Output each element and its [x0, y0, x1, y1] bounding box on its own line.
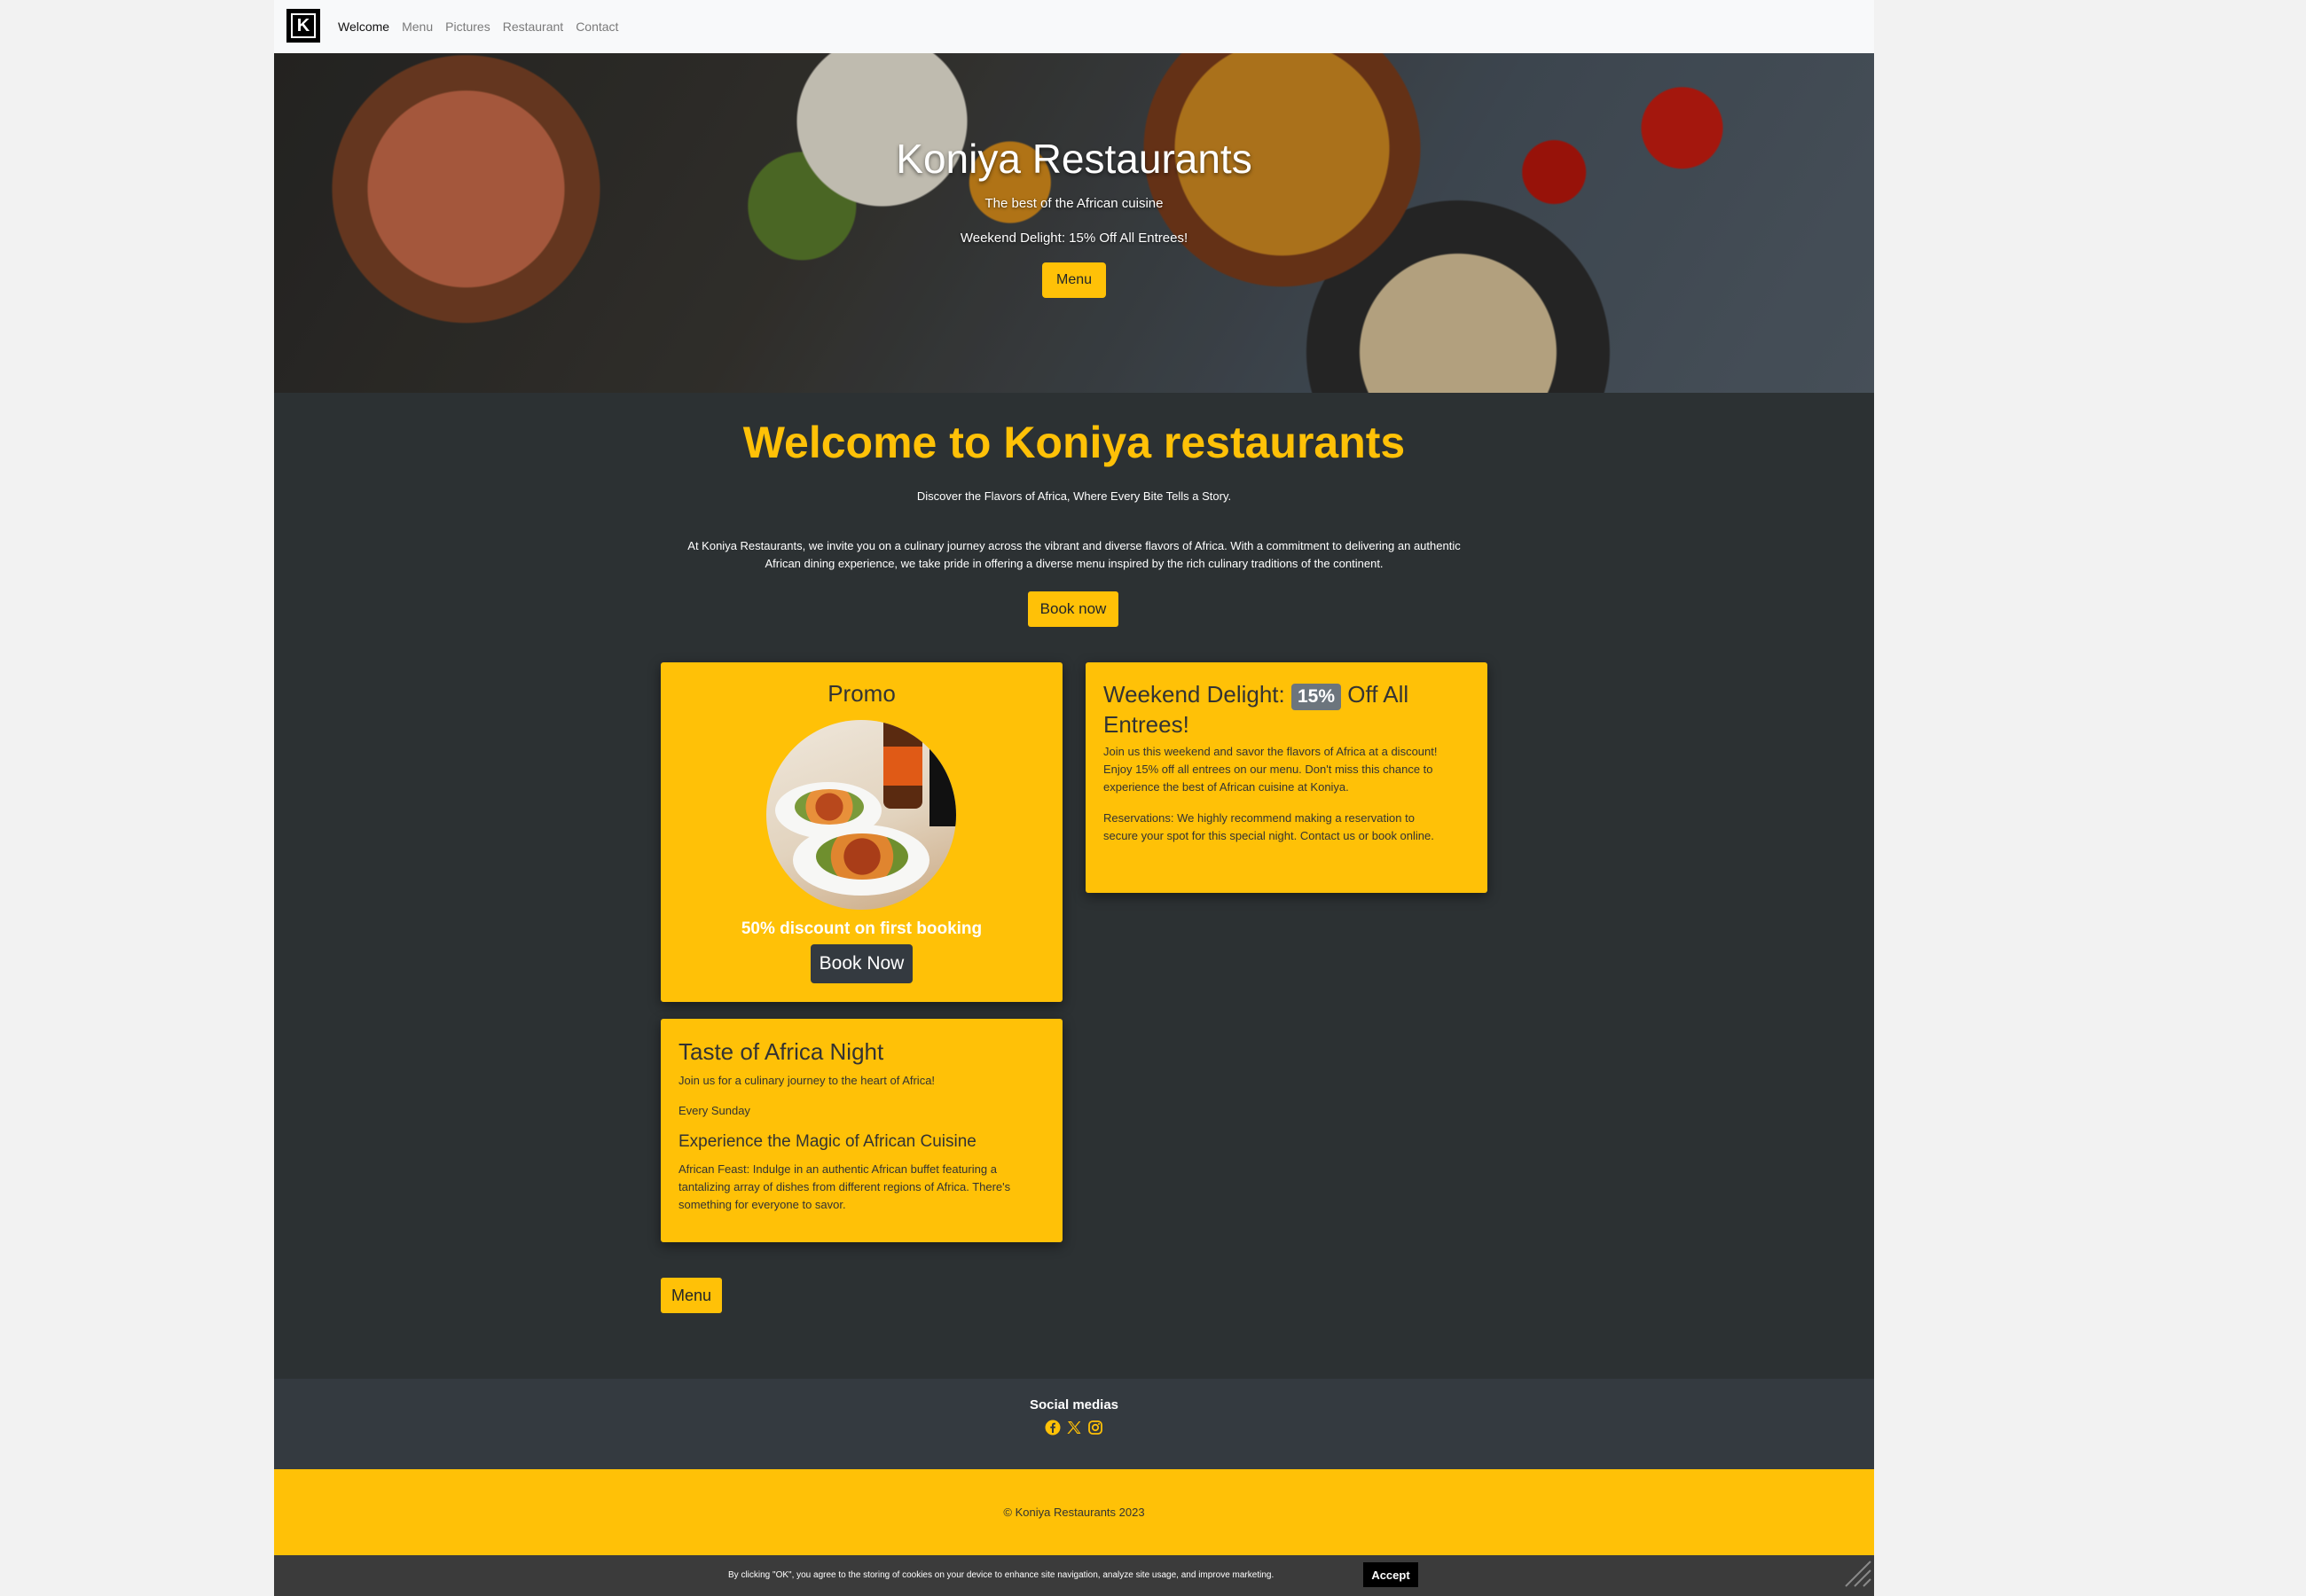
copyright-bar: © Koniya Restaurants 2023 — [274, 1469, 1874, 1555]
x-icon[interactable] — [1066, 1420, 1082, 1436]
social-title: Social medias — [1029, 1397, 1119, 1412]
promo-discount-text: 50% discount on first booking — [741, 919, 983, 938]
hero-subtitle: The best of the African cuisine — [984, 196, 1164, 211]
taste-title: Taste of Africa Night — [678, 1038, 884, 1065]
weekend-delight-card: Weekend Delight: 15% Off All Entrees! Jo… — [1086, 662, 1487, 893]
welcome-title: Welcome to Koniya restaurants — [742, 418, 1406, 467]
welcome-description: At Koniya Restaurants, we invite you on … — [687, 539, 1461, 570]
weekend-description: Join us this weekend and savor the flavo… — [1103, 745, 1438, 794]
promo-food-image — [766, 720, 956, 910]
copyright-text: © Koniya Restaurants 2023 — [1003, 1506, 1145, 1519]
taste-of-africa-card: Taste of Africa Night Join us for a culi… — [661, 1019, 1063, 1242]
hero-promo-text: Weekend Delight: 15% Off All Entrees! — [960, 231, 1188, 246]
weekend-reservations: Reservations: We highly recommend making… — [1103, 811, 1434, 842]
discount-badge: 15% — [1290, 684, 1342, 710]
cookie-text: By clicking "OK", you agree to the stori… — [728, 1570, 1275, 1580]
hero-food-image — [274, 53, 1874, 393]
nav-link-contact[interactable]: Contact — [576, 20, 618, 34]
page: K Welcome Menu Pictures Restaurant Conta… — [274, 0, 1874, 1596]
hero-banner: Koniya Restaurants The best of the Afric… — [274, 53, 1874, 393]
navbar: K Welcome Menu Pictures Restaurant Conta… — [274, 0, 1874, 54]
resize-grip-icon[interactable] — [1840, 1556, 1872, 1592]
logo-letter: K — [291, 13, 316, 38]
welcome-tagline: Discover the Flavors of Africa, Where Ev… — [916, 489, 1232, 503]
social-icons — [274, 1420, 1874, 1436]
cookie-accept-button[interactable]: Accept — [1363, 1562, 1418, 1587]
facebook-icon[interactable] — [1045, 1420, 1061, 1436]
nav-link-welcome[interactable]: Welcome — [338, 20, 389, 34]
promo-title: Promo — [827, 680, 896, 707]
logo[interactable]: K — [286, 9, 320, 43]
weekend-title-before: Weekend Delight: — [1103, 681, 1285, 708]
nav-link-restaurant[interactable]: Restaurant — [503, 20, 563, 34]
instagram-icon[interactable] — [1087, 1420, 1103, 1436]
hero-title: Koniya Restaurants — [896, 136, 1252, 182]
taste-subtitle: Experience the Magic of African Cuisine — [678, 1132, 977, 1151]
promo-card: Promo 50% discount on first booking Book… — [661, 662, 1063, 1002]
taste-schedule: Every Sunday — [678, 1104, 750, 1117]
promo-book-now-button[interactable]: Book Now — [811, 944, 913, 983]
weekend-title: Weekend Delight: 15% Off All Entrees! — [1103, 680, 1470, 739]
nav-links: Welcome Menu Pictures Restaurant Contact — [338, 0, 618, 53]
nav-link-pictures[interactable]: Pictures — [445, 20, 490, 34]
hero-menu-button[interactable]: Menu — [1042, 262, 1106, 298]
social-footer: Social medias — [274, 1379, 1874, 1469]
nav-link-menu[interactable]: Menu — [402, 20, 433, 34]
cookie-banner: By clicking "OK", you agree to the stori… — [274, 1555, 1874, 1596]
taste-intro: Join us for a culinary journey to the he… — [678, 1074, 936, 1087]
book-now-button[interactable]: Book now — [1028, 591, 1118, 627]
menu-button[interactable]: Menu — [661, 1278, 722, 1313]
taste-description: African Feast: Indulge in an authentic A… — [678, 1162, 1011, 1211]
